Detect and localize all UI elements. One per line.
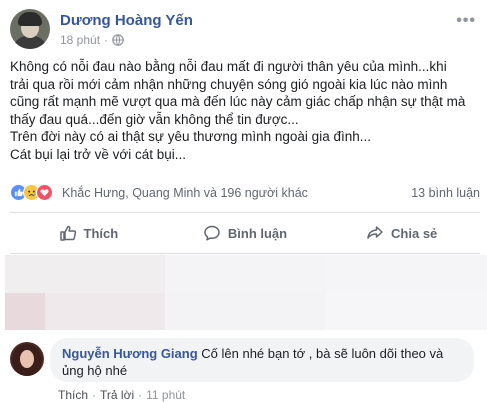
share-icon (367, 226, 383, 239)
comment-like-link[interactable]: Thích (58, 388, 88, 402)
comment-text: Cố lên nhé bạn tớ , bà sẽ luôn dõi theo … (197, 346, 444, 361)
globe-icon[interactable] (112, 34, 124, 46)
dot-separator: · (138, 388, 143, 402)
reactions-summary: Khắc Hưng, Quang Minh và 196 người khác … (10, 184, 480, 202)
like-button-label: Thích (83, 225, 119, 241)
comment-button[interactable]: Bình luận (167, 214, 324, 252)
post-author-name[interactable]: Dương Hoàng Yến (60, 12, 193, 29)
comment-text-line2: ủng hộ nhé (62, 363, 128, 378)
post-actions: Thích Bình luận Chia sẻ (10, 214, 480, 252)
love-reaction-icon (36, 184, 53, 201)
divider (10, 212, 480, 213)
comment-reply-link[interactable]: Trả lời (100, 388, 134, 402)
post-line: thấy đau quá...đến giờ vẫn không thể tin… (10, 111, 299, 127)
post-line: Trên đời này có ai thật sự yêu thương mì… (10, 129, 371, 144)
post-line: Cát bụi lại trở về với cát bụi... (10, 146, 187, 162)
commenter-avatar[interactable] (10, 342, 44, 376)
post-line: trải qua rồi mới cảm nhận những chuyện s… (10, 76, 448, 92)
author-avatar[interactable] (10, 9, 50, 49)
reaction-icons[interactable] (10, 184, 53, 201)
post-line: cũng rất mạnh mẽ vượt qua mà đến lúc này… (10, 94, 466, 109)
comment-bubble: Nguyễn Hương Giang Cố lên nhé bạn tớ , b… (50, 338, 474, 382)
dot-separator: · (104, 33, 109, 47)
commenter-name[interactable]: Nguyễn Hương Giang (62, 346, 198, 361)
post-body: Không có nỗi đau nào bằng nỗi đau mất đi… (10, 58, 480, 163)
blurred-content (5, 255, 487, 330)
like-button[interactable]: Thích (10, 214, 167, 252)
more-dots-icon[interactable]: ••• (456, 12, 476, 30)
share-button[interactable]: Chia sẻ (323, 214, 480, 252)
comment-count[interactable]: 13 bình luận (411, 186, 480, 200)
reaction-names[interactable]: Khắc Hưng, Quang Minh và 196 người khác (62, 186, 308, 200)
comment-button-label: Bình luận (227, 225, 288, 241)
comment-time[interactable]: 11 phút (146, 388, 185, 402)
post-time[interactable]: 18 phút (60, 33, 100, 47)
dot-separator: · (92, 388, 97, 402)
thumbs-up-icon (59, 225, 76, 241)
post-header: Dương Hoàng Yến 18 phút · ••• (10, 8, 480, 50)
post-line: Không có nỗi đau nào bằng nỗi đau mất đi… (10, 59, 447, 74)
post-meta: 18 phút · (60, 33, 124, 47)
divider (10, 253, 480, 254)
comment-item: Nguyễn Hương Giang Cố lên nhé bạn tớ , b… (10, 336, 480, 404)
comment-icon (204, 225, 220, 241)
comment-actions: Thích · Trả lời · 11 phút (58, 388, 185, 402)
share-button-label: Chia sẻ (391, 225, 438, 241)
